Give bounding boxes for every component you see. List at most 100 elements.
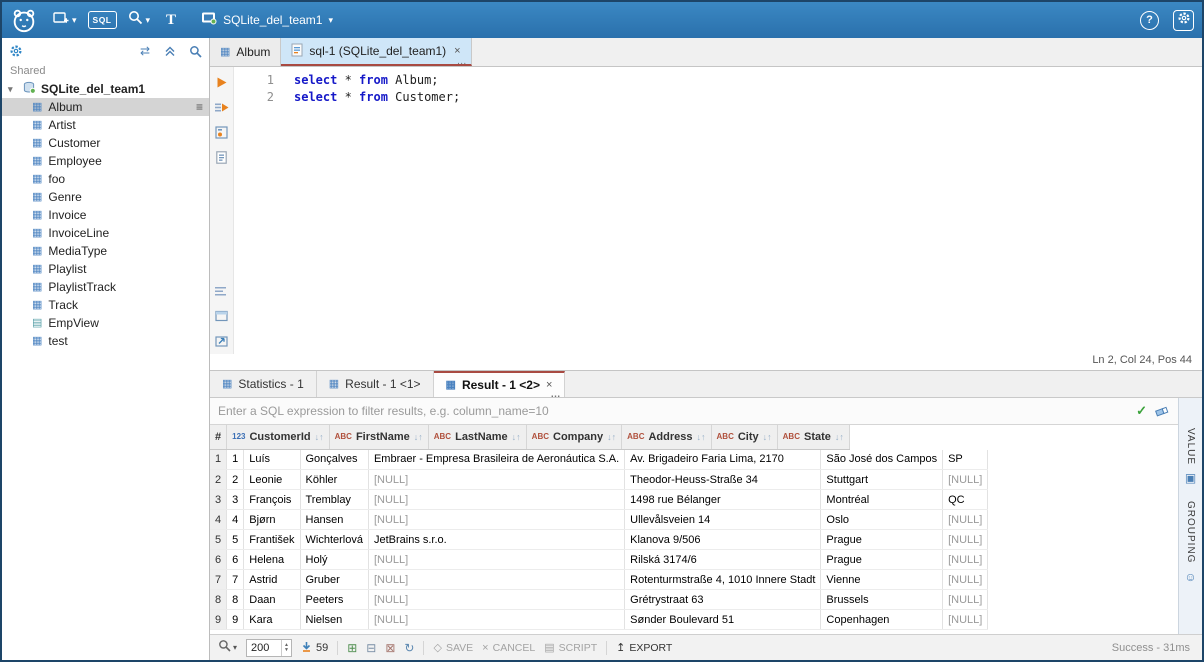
cell[interactable]: 5 — [227, 530, 244, 550]
row-number[interactable]: 3 — [210, 490, 227, 510]
spinner-arrows[interactable]: ▲▼ — [281, 640, 291, 656]
navigator-search-button[interactable] — [187, 43, 203, 59]
cell[interactable]: Hansen — [300, 510, 368, 530]
column-header-City[interactable]: ABCCity↓↑ — [711, 425, 777, 449]
tab-result-1-1[interactable]: ▦ Result - 1 <1> — [317, 371, 434, 397]
value-panel-tab[interactable]: VALUE ▣ — [1185, 428, 1196, 485]
cell[interactable]: Peeters — [300, 590, 368, 610]
cell[interactable]: 6 — [227, 550, 244, 570]
tab-statistics-1[interactable]: ▦ Statistics - 1 — [210, 371, 317, 397]
help-button[interactable]: ? — [1140, 11, 1159, 30]
clear-filter-icon[interactable] — [1155, 405, 1170, 418]
new-connection-button[interactable]: ▾ — [48, 8, 82, 33]
cell[interactable]: Köhler — [300, 470, 368, 490]
cell[interactable]: Tremblay — [300, 490, 368, 510]
cell[interactable]: [NULL] — [943, 570, 988, 590]
cell[interactable]: František — [244, 530, 300, 550]
cell[interactable]: [NULL] — [943, 550, 988, 570]
refresh-button[interactable]: ↻ — [404, 641, 414, 655]
cell[interactable]: Stuttgart — [821, 470, 943, 490]
cell[interactable]: Astrid — [244, 570, 300, 590]
cell[interactable]: Leonie — [244, 470, 300, 490]
cell[interactable]: [NULL] — [368, 570, 624, 590]
cell[interactable]: 4 — [227, 510, 244, 530]
cell[interactable]: Av. Brigadeiro Faria Lima, 2170 — [625, 450, 821, 470]
column-header-CustomerId[interactable]: 123CustomerId↓↑ — [227, 425, 329, 449]
row-number[interactable]: 9 — [210, 610, 227, 630]
cell[interactable]: [NULL] — [368, 470, 624, 490]
editor-code[interactable]: select * from Album;select * from Custom… — [284, 67, 1202, 354]
tree-item-Customer[interactable]: ▦Customer — [2, 134, 209, 152]
script-button[interactable]: ▤ SCRIPT — [544, 641, 597, 654]
cell[interactable]: 9 — [227, 610, 244, 630]
tree-item-PlaylistTrack[interactable]: ▦PlaylistTrack — [2, 278, 209, 296]
cell[interactable]: 1498 rue Bélanger — [625, 490, 821, 510]
cell[interactable]: 1 — [227, 450, 244, 470]
tree-item-Track[interactable]: ▦Track — [2, 296, 209, 314]
cell[interactable]: São José dos Campos — [821, 450, 943, 470]
delete-row-button[interactable]: ⊠ — [385, 642, 395, 654]
row-menu-icon[interactable]: ≡ — [196, 100, 203, 114]
cell[interactable]: [NULL] — [943, 470, 988, 490]
settings-button[interactable] — [1173, 10, 1194, 31]
cell[interactable]: SP — [943, 450, 988, 470]
tab-result-1-2[interactable]: ▦ Result - 1 <2> × … — [434, 371, 566, 397]
cell[interactable]: [NULL] — [943, 510, 988, 530]
dbeaver-logo-icon[interactable] — [10, 6, 38, 34]
row-number[interactable]: 7 — [210, 570, 227, 590]
sort-icon[interactable]: ↓↑ — [835, 432, 844, 442]
tree-item-foo[interactable]: ▦foo — [2, 170, 209, 188]
sort-icon[interactable]: ↓↑ — [697, 432, 706, 442]
column-header-Address[interactable]: ABCAddress↓↑ — [622, 425, 711, 449]
format-sql-button[interactable] — [214, 284, 230, 298]
cell[interactable]: Montréal — [821, 490, 943, 510]
expander-icon[interactable]: ▾ — [8, 84, 18, 95]
cell[interactable]: [NULL] — [368, 590, 624, 610]
cell[interactable]: [NULL] — [368, 510, 624, 530]
load-script-button[interactable] — [214, 150, 230, 164]
filter-input[interactable] — [218, 404, 1128, 418]
apply-filter-icon[interactable]: ✓ — [1136, 403, 1147, 419]
tree-item-InvoiceLine[interactable]: ▦InvoiceLine — [2, 224, 209, 242]
cell[interactable]: Helena — [244, 550, 300, 570]
tree-item-Album[interactable]: ▦Album≡ — [2, 98, 209, 116]
duplicate-row-button[interactable]: ⊟ — [366, 642, 376, 654]
tree-item-MediaType[interactable]: ▦MediaType — [2, 242, 209, 260]
cell[interactable]: Kara — [244, 610, 300, 630]
fetch-size-input[interactable] — [247, 640, 281, 656]
sort-icon[interactable]: ↓↑ — [607, 432, 616, 442]
cell[interactable]: Bjørn — [244, 510, 300, 530]
cell[interactable]: Theodor-Heuss-Straße 34 — [625, 470, 821, 490]
fetch-options-button[interactable]: ▾ — [218, 639, 237, 657]
grouping-panel-tab[interactable]: GROUPING ☺ — [1184, 501, 1196, 583]
tab-overflow-icon[interactable]: … — [550, 389, 561, 400]
cell[interactable]: QC — [943, 490, 988, 510]
cell[interactable]: Holý — [300, 550, 368, 570]
cancel-button[interactable]: × CANCEL — [482, 642, 535, 654]
spin-down-icon[interactable]: ▼ — [284, 648, 289, 653]
cell[interactable]: [NULL] — [943, 530, 988, 550]
tree-item-Artist[interactable]: ▦Artist — [2, 116, 209, 134]
tab-overflow-icon[interactable]: … — [457, 56, 468, 67]
cell[interactable]: [NULL] — [943, 610, 988, 630]
cell[interactable]: 8 — [227, 590, 244, 610]
row-number[interactable]: 4 — [210, 510, 227, 530]
sort-icon[interactable]: ↓↑ — [414, 432, 423, 442]
sql-search-button[interactable]: ▾ — [123, 7, 156, 33]
cell[interactable]: JetBrains s.r.o. — [368, 530, 624, 550]
cell[interactable]: [NULL] — [368, 610, 624, 630]
cell[interactable]: Luís — [244, 450, 300, 470]
cell[interactable]: 7 — [227, 570, 244, 590]
cell[interactable]: 2 — [227, 470, 244, 490]
cell[interactable]: Vienne — [821, 570, 943, 590]
cell[interactable]: [NULL] — [368, 550, 624, 570]
tab-sql-editor[interactable]: sql-1 (SQLite_del_team1) × … — [281, 38, 471, 66]
text-transform-button[interactable]: T — [161, 9, 181, 32]
open-in-new-editor-button[interactable] — [214, 309, 230, 323]
cell[interactable]: Klanova 9/506 — [625, 530, 821, 550]
row-number[interactable]: 2 — [210, 470, 227, 490]
cell[interactable]: Rotenturmstraße 4, 1010 Innere Stadt — [625, 570, 821, 590]
maximize-results-button[interactable] — [214, 334, 230, 348]
row-number[interactable]: 8 — [210, 590, 227, 610]
row-number[interactable]: 6 — [210, 550, 227, 570]
